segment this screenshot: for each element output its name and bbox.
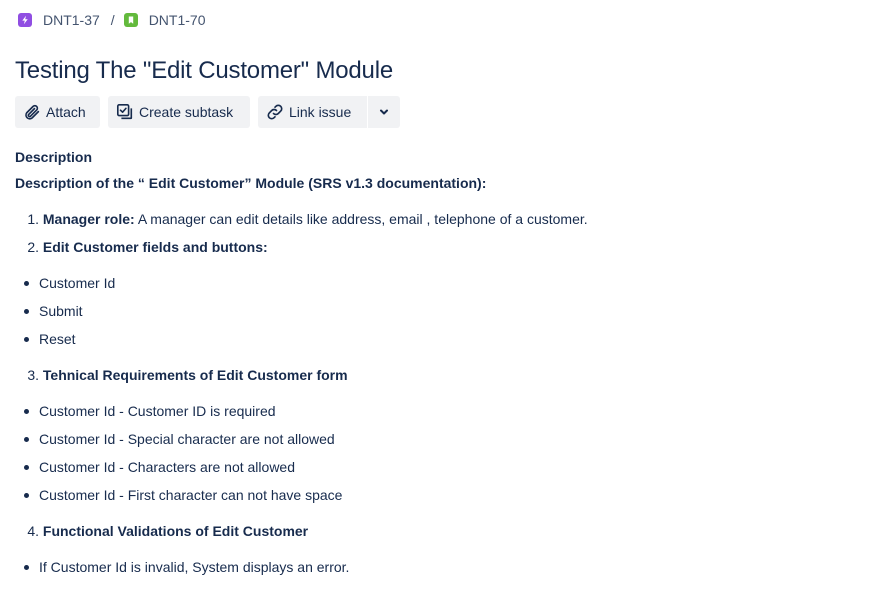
lightning-icon	[18, 13, 32, 27]
breadcrumb-current-issue[interactable]: DNT1-70	[123, 12, 206, 28]
subtask-icon	[115, 102, 135, 122]
breadcrumb-separator: /	[110, 12, 115, 28]
list-item-technical-requirements: 3. Tehnical Requirements of Edit Custome…	[27, 367, 348, 383]
chevron-down-icon	[378, 106, 390, 118]
description-label: Description	[15, 149, 93, 165]
attach-button[interactable]: Attach	[15, 96, 100, 128]
list-item: Customer Id	[15, 275, 875, 291]
paperclip-icon	[22, 102, 42, 122]
breadcrumb-parent-key[interactable]: DNT1-37	[43, 12, 100, 28]
list-item: Reset	[15, 331, 875, 347]
link-issue-button[interactable]: Link issue	[258, 96, 367, 128]
list-item: Customer Id - Special character are not …	[15, 431, 875, 447]
create-subtask-button[interactable]: Create subtask	[108, 96, 250, 128]
list-item: Customer Id - Customer ID is required	[15, 403, 875, 419]
list-item-fields-heading: 2. Edit Customer fields and buttons:	[27, 239, 268, 255]
attach-button-label: Attach	[46, 104, 86, 120]
more-actions-button[interactable]	[368, 96, 400, 128]
create-subtask-button-label: Create subtask	[139, 104, 234, 120]
issue-actions-toolbar: Attach Create subtask Link issue	[15, 96, 400, 128]
list-item: Customer Id - Characters are not allowed	[15, 459, 875, 475]
list-item-manager-role: 1. Manager role: A manager can edit deta…	[27, 211, 588, 227]
link-icon	[265, 102, 285, 122]
list-item: If Customer Id is invalid, System displa…	[15, 559, 875, 575]
description-body[interactable]: Description of the “ Edit Customer” Modu…	[15, 175, 875, 575]
description-heading: Description of the “ Edit Customer” Modu…	[15, 175, 487, 191]
bookmark-icon	[123, 13, 138, 27]
list-item-functional-validations: 4. Functional Validations of Edit Custom…	[27, 523, 309, 539]
list-item: Customer Id - First character can not ha…	[15, 487, 875, 503]
breadcrumb: DNT1-37 / DNT1-70	[18, 10, 205, 30]
link-issue-button-label: Link issue	[289, 104, 352, 120]
list-item: Submit	[15, 303, 875, 319]
breadcrumb-parent-issue[interactable]: DNT1-37	[18, 12, 100, 28]
breadcrumb-current-key[interactable]: DNT1-70	[149, 12, 206, 28]
issue-title[interactable]: Testing The "Edit Customer" Module	[15, 56, 393, 86]
